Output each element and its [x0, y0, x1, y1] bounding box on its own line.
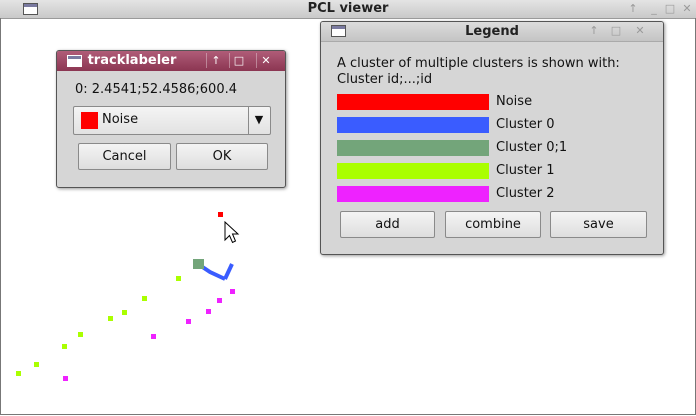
cluster-1-point [34, 362, 39, 367]
legend-label: Noise [496, 94, 533, 109]
maximize-icon[interactable]: □ [663, 2, 677, 15]
legend-swatch-cluster-2 [337, 186, 489, 202]
noise-point [218, 212, 223, 217]
window-title: PCL viewer [307, 1, 389, 16]
legend-swatch-cluster-0-1 [337, 140, 489, 156]
tracklabeler-title-bar[interactable]: tracklabeler ↑ □ ✕ [57, 51, 285, 71]
coordinates-label: 0: 2.4541;52.4586;600.4 [75, 82, 238, 97]
cluster-2-point [151, 334, 156, 339]
legend-dialog: Legend ↑ □ ✕ A cluster of multiple clust… [320, 21, 664, 255]
keep-above-icon[interactable]: ↑ [206, 53, 225, 68]
legend-title-bar[interactable]: Legend ↑ □ ✕ [321, 22, 663, 42]
cluster-2-point [206, 309, 211, 314]
cluster-1-point [122, 310, 127, 315]
legend-swatch-cluster-0 [337, 117, 489, 133]
select-divider [248, 107, 249, 134]
cluster-1-point [78, 332, 83, 337]
cluster-2-point [217, 298, 222, 303]
legend-label: Cluster 0;1 [496, 140, 568, 155]
cluster-1-point [142, 296, 147, 301]
cluster-0-shape [193, 259, 234, 281]
label-color-swatch [81, 112, 98, 129]
cluster-2-point [186, 319, 191, 324]
label-select[interactable]: Noise ▼ [73, 106, 271, 135]
close-icon[interactable]: ✕ [633, 24, 647, 37]
maximize-icon[interactable]: □ [609, 24, 623, 37]
cluster-1-point [62, 344, 67, 349]
legend-swatch-cluster-1 [337, 163, 489, 179]
main-title-bar[interactable]: PCL viewer ↑ _ □ ✕ [0, 0, 696, 19]
tracklabeler-dialog: tracklabeler ↑ □ ✕ 0: 2.4541;52.4586;600… [56, 50, 286, 188]
legend-label: Cluster 1 [496, 163, 555, 178]
legend-label: Cluster 2 [496, 186, 555, 201]
maximize-icon[interactable]: □ [229, 53, 248, 68]
legend-description-line2: Cluster id;...;id [337, 72, 433, 87]
keep-above-icon[interactable]: ↑ [587, 24, 601, 37]
ok-button[interactable]: OK [176, 143, 268, 170]
cancel-button[interactable]: Cancel [78, 143, 171, 170]
combine-button[interactable]: combine [445, 211, 541, 238]
legend-swatch-noise [337, 94, 489, 110]
cluster-2-point [63, 376, 68, 381]
cluster-1-point [16, 371, 21, 376]
legend-label: Cluster 0 [496, 117, 555, 132]
cluster-1-point [176, 276, 181, 281]
minimize-icon[interactable]: _ [647, 2, 661, 15]
chevron-down-icon[interactable]: ▼ [250, 111, 268, 129]
cluster-1-point [108, 316, 113, 321]
tracklabeler-title: tracklabeler [87, 53, 177, 68]
cluster-2-point [230, 289, 235, 294]
save-button[interactable]: save [550, 211, 647, 238]
keep-above-icon[interactable]: ↑ [626, 2, 640, 15]
mouse-cursor-icon [224, 221, 240, 244]
close-icon[interactable]: ✕ [680, 2, 694, 15]
legend-description-line1: A cluster of multiple clusters is shown … [337, 56, 620, 71]
add-button[interactable]: add [340, 211, 435, 238]
close-icon[interactable]: ✕ [256, 53, 275, 68]
label-select-value: Noise [102, 112, 139, 127]
